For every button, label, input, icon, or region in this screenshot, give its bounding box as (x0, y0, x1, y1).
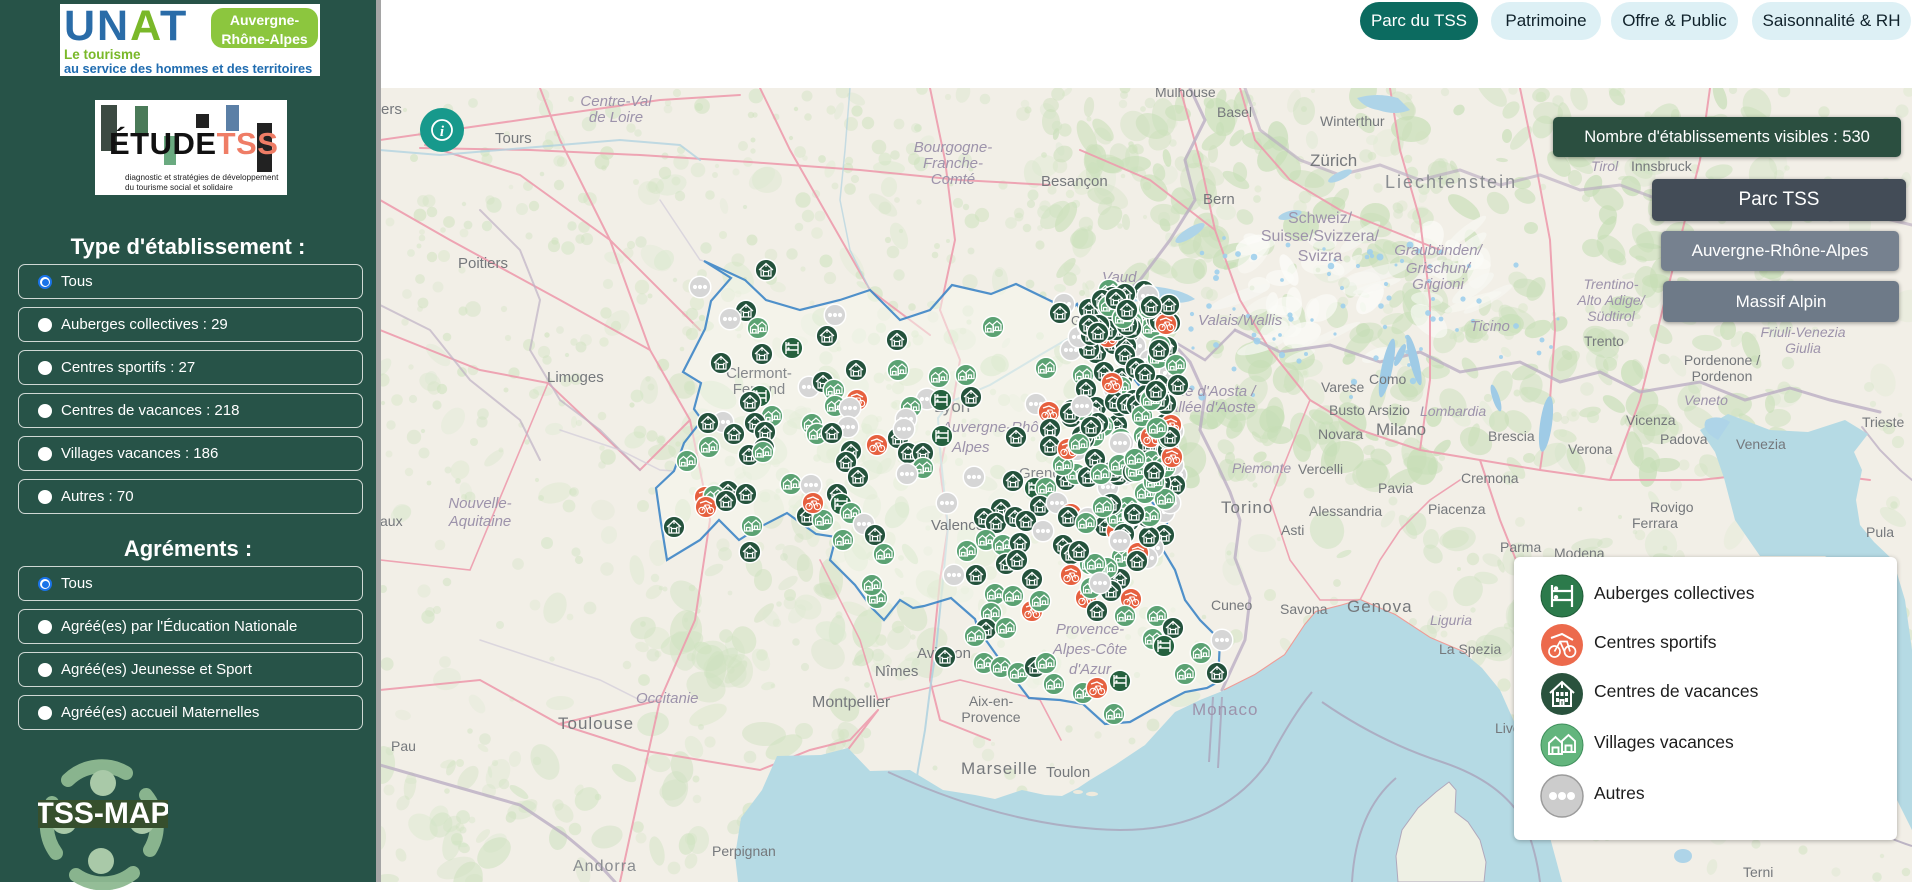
svg-text:Busto Arsizio: Busto Arsizio (1329, 402, 1410, 418)
svg-text:Winterthur: Winterthur (1320, 113, 1385, 129)
svg-text:Torino: Torino (1221, 498, 1273, 517)
svg-text:Cremona: Cremona (1461, 470, 1519, 486)
svg-text:de Loire: de Loire (589, 109, 643, 126)
svg-text:Nîmes: Nîmes (875, 663, 918, 680)
svg-text:Verona: Verona (1568, 441, 1613, 457)
svg-text:Centre-Val: Centre-Val (580, 93, 652, 110)
svg-text:Perpignan: Perpignan (712, 843, 776, 859)
svg-text:TSS-MAP: TSS-MAP (38, 797, 168, 830)
svg-text:Andorra: Andorra (573, 858, 637, 875)
svg-text:Padova: Padova (1660, 431, 1708, 447)
svg-text:Trento: Trento (1584, 333, 1624, 349)
svg-text:d'Azur: d'Azur (1069, 661, 1112, 678)
svg-text:Rovigo: Rovigo (1650, 499, 1694, 515)
svg-text:Alto Adige/: Alto Adige/ (1576, 292, 1646, 308)
svg-text:Suisse/Svizzera/: Suisse/Svizzera/ (1261, 228, 1380, 245)
svg-text:ers: ers (381, 101, 402, 118)
svg-text:aux: aux (381, 513, 403, 529)
svg-text:Zürich: Zürich (1310, 151, 1357, 170)
svg-text:Pordenon: Pordenon (1692, 368, 1753, 384)
svg-text:Provence-: Provence- (1056, 621, 1124, 638)
svg-text:Aix-en-: Aix-en- (969, 693, 1014, 709)
svg-text:Valais/Wallis: Valais/Wallis (1198, 312, 1283, 329)
svg-text:Bourgogne-: Bourgogne- (914, 139, 992, 156)
svg-text:Franche-: Franche- (923, 155, 983, 172)
svg-text:Parma: Parma (1500, 539, 1541, 555)
svg-text:Trieste: Trieste (1862, 414, 1904, 430)
svg-text:i: i (440, 124, 445, 140)
svg-text:Bern: Bern (1203, 191, 1235, 208)
svg-text:Brescia: Brescia (1488, 428, 1535, 444)
svg-text:Como: Como (1369, 371, 1407, 387)
svg-text:Liechtenstein: Liechtenstein (1385, 172, 1517, 192)
svg-text:Ticino: Ticino (1470, 318, 1510, 335)
svg-text:Grigioni: Grigioni (1412, 276, 1464, 293)
svg-text:Toulon: Toulon (1046, 764, 1090, 781)
svg-text:Südtirol: Südtirol (1587, 308, 1635, 324)
svg-text:Pavia: Pavia (1378, 480, 1413, 496)
svg-text:Cuneo: Cuneo (1211, 597, 1252, 613)
svg-text:Lombardia: Lombardia (1420, 403, 1486, 419)
svg-text:Piacenza: Piacenza (1428, 501, 1486, 517)
svg-text:Aquitaine: Aquitaine (448, 513, 512, 530)
svg-text:Terni: Terni (1743, 864, 1773, 880)
svg-text:Marseille: Marseille (961, 759, 1038, 778)
svg-text:Veneto: Veneto (1684, 392, 1728, 408)
svg-text:Milano: Milano (1376, 420, 1426, 439)
svg-text:Innsbruck: Innsbruck (1631, 158, 1693, 174)
svg-text:Liguria: Liguria (1430, 612, 1472, 628)
svg-text:Novara: Novara (1318, 426, 1363, 442)
svg-text:Basel: Basel (1217, 104, 1252, 120)
svg-text:Pordenone /: Pordenone / (1684, 352, 1760, 368)
svg-text:Besançon: Besançon (1041, 173, 1108, 190)
svg-text:Comté: Comté (931, 171, 975, 188)
svg-text:Alessandria: Alessandria (1309, 503, 1382, 519)
svg-text:Venezia: Venezia (1736, 436, 1786, 452)
svg-text:Pau: Pau (391, 738, 416, 754)
svg-text:Varese: Varese (1321, 379, 1365, 395)
svg-text:Alpes: Alpes (951, 439, 990, 456)
svg-text:Trentino-: Trentino- (1584, 276, 1639, 292)
svg-text:Tirol: Tirol (1591, 158, 1619, 174)
svg-text:Svizra: Svizra (1298, 248, 1343, 265)
svg-text:Monaco: Monaco (1192, 700, 1258, 719)
svg-text:Asti: Asti (1281, 522, 1304, 538)
svg-text:Alpes-Côte: Alpes-Côte (1052, 641, 1127, 658)
svg-text:Friuli-Venezia: Friuli-Venezia (1760, 324, 1845, 340)
svg-text:Schweiz/: Schweiz/ (1288, 210, 1353, 227)
svg-text:Poitiers: Poitiers (458, 255, 508, 272)
svg-text:Toulouse: Toulouse (558, 714, 634, 733)
svg-text:Occitanie: Occitanie (636, 690, 699, 707)
svg-text:Tours: Tours (495, 130, 532, 147)
svg-text:Piemonte: Piemonte (1232, 460, 1291, 476)
svg-text:Vicenza: Vicenza (1626, 412, 1676, 428)
svg-text:Grischun/: Grischun/ (1406, 260, 1472, 277)
svg-text:Graubünden/: Graubünden/ (1394, 242, 1483, 259)
svg-text:Ferrara: Ferrara (1632, 515, 1678, 531)
svg-text:Mulhouse: Mulhouse (1155, 88, 1216, 100)
svg-text:Provence: Provence (961, 709, 1020, 725)
svg-text:Giulia: Giulia (1785, 340, 1821, 356)
svg-text:Clermont-: Clermont- (726, 365, 792, 382)
svg-text:Savona: Savona (1280, 601, 1328, 617)
svg-text:Montpellier: Montpellier (812, 694, 891, 711)
svg-text:Genova: Genova (1347, 597, 1413, 616)
svg-text:Limoges: Limoges (547, 369, 604, 386)
svg-text:Nouvelle-: Nouvelle- (448, 495, 511, 512)
svg-text:La Spezia: La Spezia (1439, 641, 1501, 657)
svg-text:Pula: Pula (1866, 524, 1894, 540)
svg-text:Vercelli: Vercelli (1298, 461, 1343, 477)
